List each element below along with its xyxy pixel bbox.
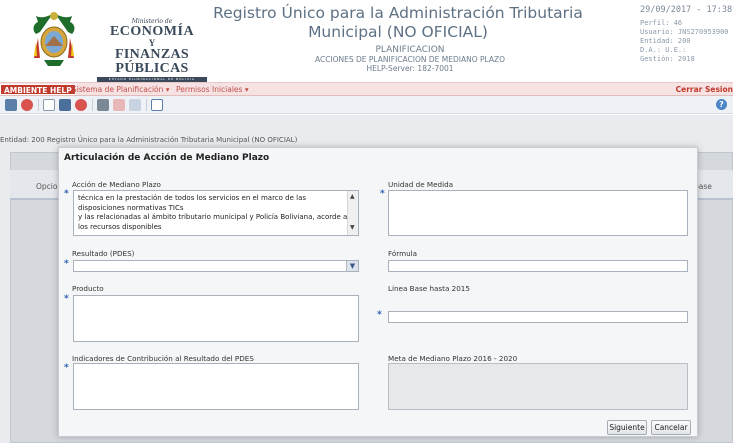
resultado-label: Resultado (PDES) (72, 249, 135, 258)
cancel-button[interactable]: Cancelar (651, 420, 691, 435)
undo-icon[interactable] (21, 99, 33, 111)
accion-label: Acción de Mediano Plazo (72, 180, 161, 189)
print-icon[interactable] (97, 99, 109, 111)
user-usuario: Usuario: JNS270953900 (640, 28, 729, 36)
datetime: 29/09/2017 - 17:38 (640, 5, 733, 15)
scroll-down-icon[interactable]: ▼ (350, 224, 355, 231)
indicadores-textarea[interactable] (73, 363, 359, 410)
save-icon[interactable] (59, 99, 71, 111)
toolbar-separator (92, 99, 93, 111)
required-marker: * (64, 189, 69, 199)
resultado-select[interactable]: ▼ (73, 260, 359, 272)
bolivia-coat-of-arms-icon (33, 12, 75, 66)
export-icon[interactable] (113, 99, 125, 111)
accion-scrollbar[interactable]: ▲ ▼ (347, 191, 358, 235)
app-header: Ministerio de ECONOMÍA Y FINANZAS PÚBLIC… (0, 0, 733, 82)
required-marker: * (64, 363, 69, 373)
grid-icon[interactable] (5, 99, 17, 111)
grid-column-opciones: Opcior (36, 182, 61, 191)
required-marker: * (380, 189, 385, 199)
module-info: PLANIFICACION ACCIONES DE PLANIFICACION … (260, 45, 560, 74)
producto-label: Producto (72, 284, 104, 293)
ministry-line4: FINANZAS PÚBLICAS (115, 47, 189, 76)
dialog-title: Articulación de Acción de Mediano Plazo (64, 153, 270, 163)
submodule-name: ACCIONES DE PLANIFICACION DE MEDIANO PLA… (314, 55, 506, 64)
indicadores-label: Indicadores de Contribución al Resultado… (72, 354, 254, 363)
new-icon[interactable] (43, 99, 55, 111)
unidad-label: Unidad de Medida (388, 180, 454, 189)
window-icon[interactable] (151, 99, 163, 111)
articulacion-dialog: Articulación de Acción de Mediano Plazo … (58, 147, 698, 437)
menu-permisos-iniciales[interactable]: Permisos Iniciales ▾ (176, 85, 249, 95)
toolbar-separator (146, 99, 147, 111)
user-entidad: Entidad: 200 (640, 37, 691, 45)
import-icon[interactable] (129, 99, 141, 111)
accion-text: técnica en la prestación de todos los se… (78, 194, 348, 231)
user-perfil: Perfil: 46 (640, 19, 683, 27)
logout-link[interactable]: Cerrar Sesion (676, 85, 733, 94)
user-da: D.A.: U.E.: (640, 46, 687, 54)
entidad-breadcrumb: Entidad: 200 Registro Único para la Admi… (0, 136, 298, 144)
unidad-textarea[interactable] (388, 190, 688, 236)
toolbar: ? (0, 96, 733, 114)
required-marker: * (64, 294, 69, 304)
chevron-down-icon[interactable]: ▼ (346, 261, 358, 271)
toolbar-separator (38, 99, 39, 111)
required-marker: * (377, 310, 382, 320)
module-name: PLANIFICACION (375, 45, 445, 55)
producto-textarea[interactable] (73, 295, 359, 342)
help-icon[interactable]: ? (716, 99, 727, 110)
meta-textarea (388, 363, 688, 410)
formula-input[interactable] (388, 260, 688, 272)
menu-bar: AMBIENTE HELP Sistema de Planificación ▾… (0, 82, 733, 96)
next-button[interactable]: Siguiente (607, 420, 647, 435)
server-name: HELP-Server: 182-7001 (366, 64, 454, 73)
menu-sistema-planificacion[interactable]: Sistema de Planificación ▾ (72, 85, 170, 95)
formula-label: Fórmula (388, 249, 418, 258)
user-gestion: Gestión: 2018 (640, 55, 695, 63)
linea-base-input[interactable] (388, 311, 688, 323)
scroll-up-icon[interactable]: ▲ (350, 193, 355, 200)
required-marker: * (64, 259, 69, 269)
system-title: Registro Único para la Administración Tr… (213, 4, 583, 41)
refresh-icon[interactable] (75, 99, 87, 111)
environment-badge: AMBIENTE HELP (0, 84, 76, 95)
accion-textarea[interactable]: técnica en la prestación de todos los se… (73, 190, 359, 236)
linea-base-label: Linea Base hasta 2015 (388, 284, 470, 293)
user-info: 29/09/2017 - 17:38 Perfil: 46 Usuario: J… (640, 6, 733, 64)
meta-label: Meta de Mediano Plazo 2016 - 2020 (388, 354, 518, 363)
